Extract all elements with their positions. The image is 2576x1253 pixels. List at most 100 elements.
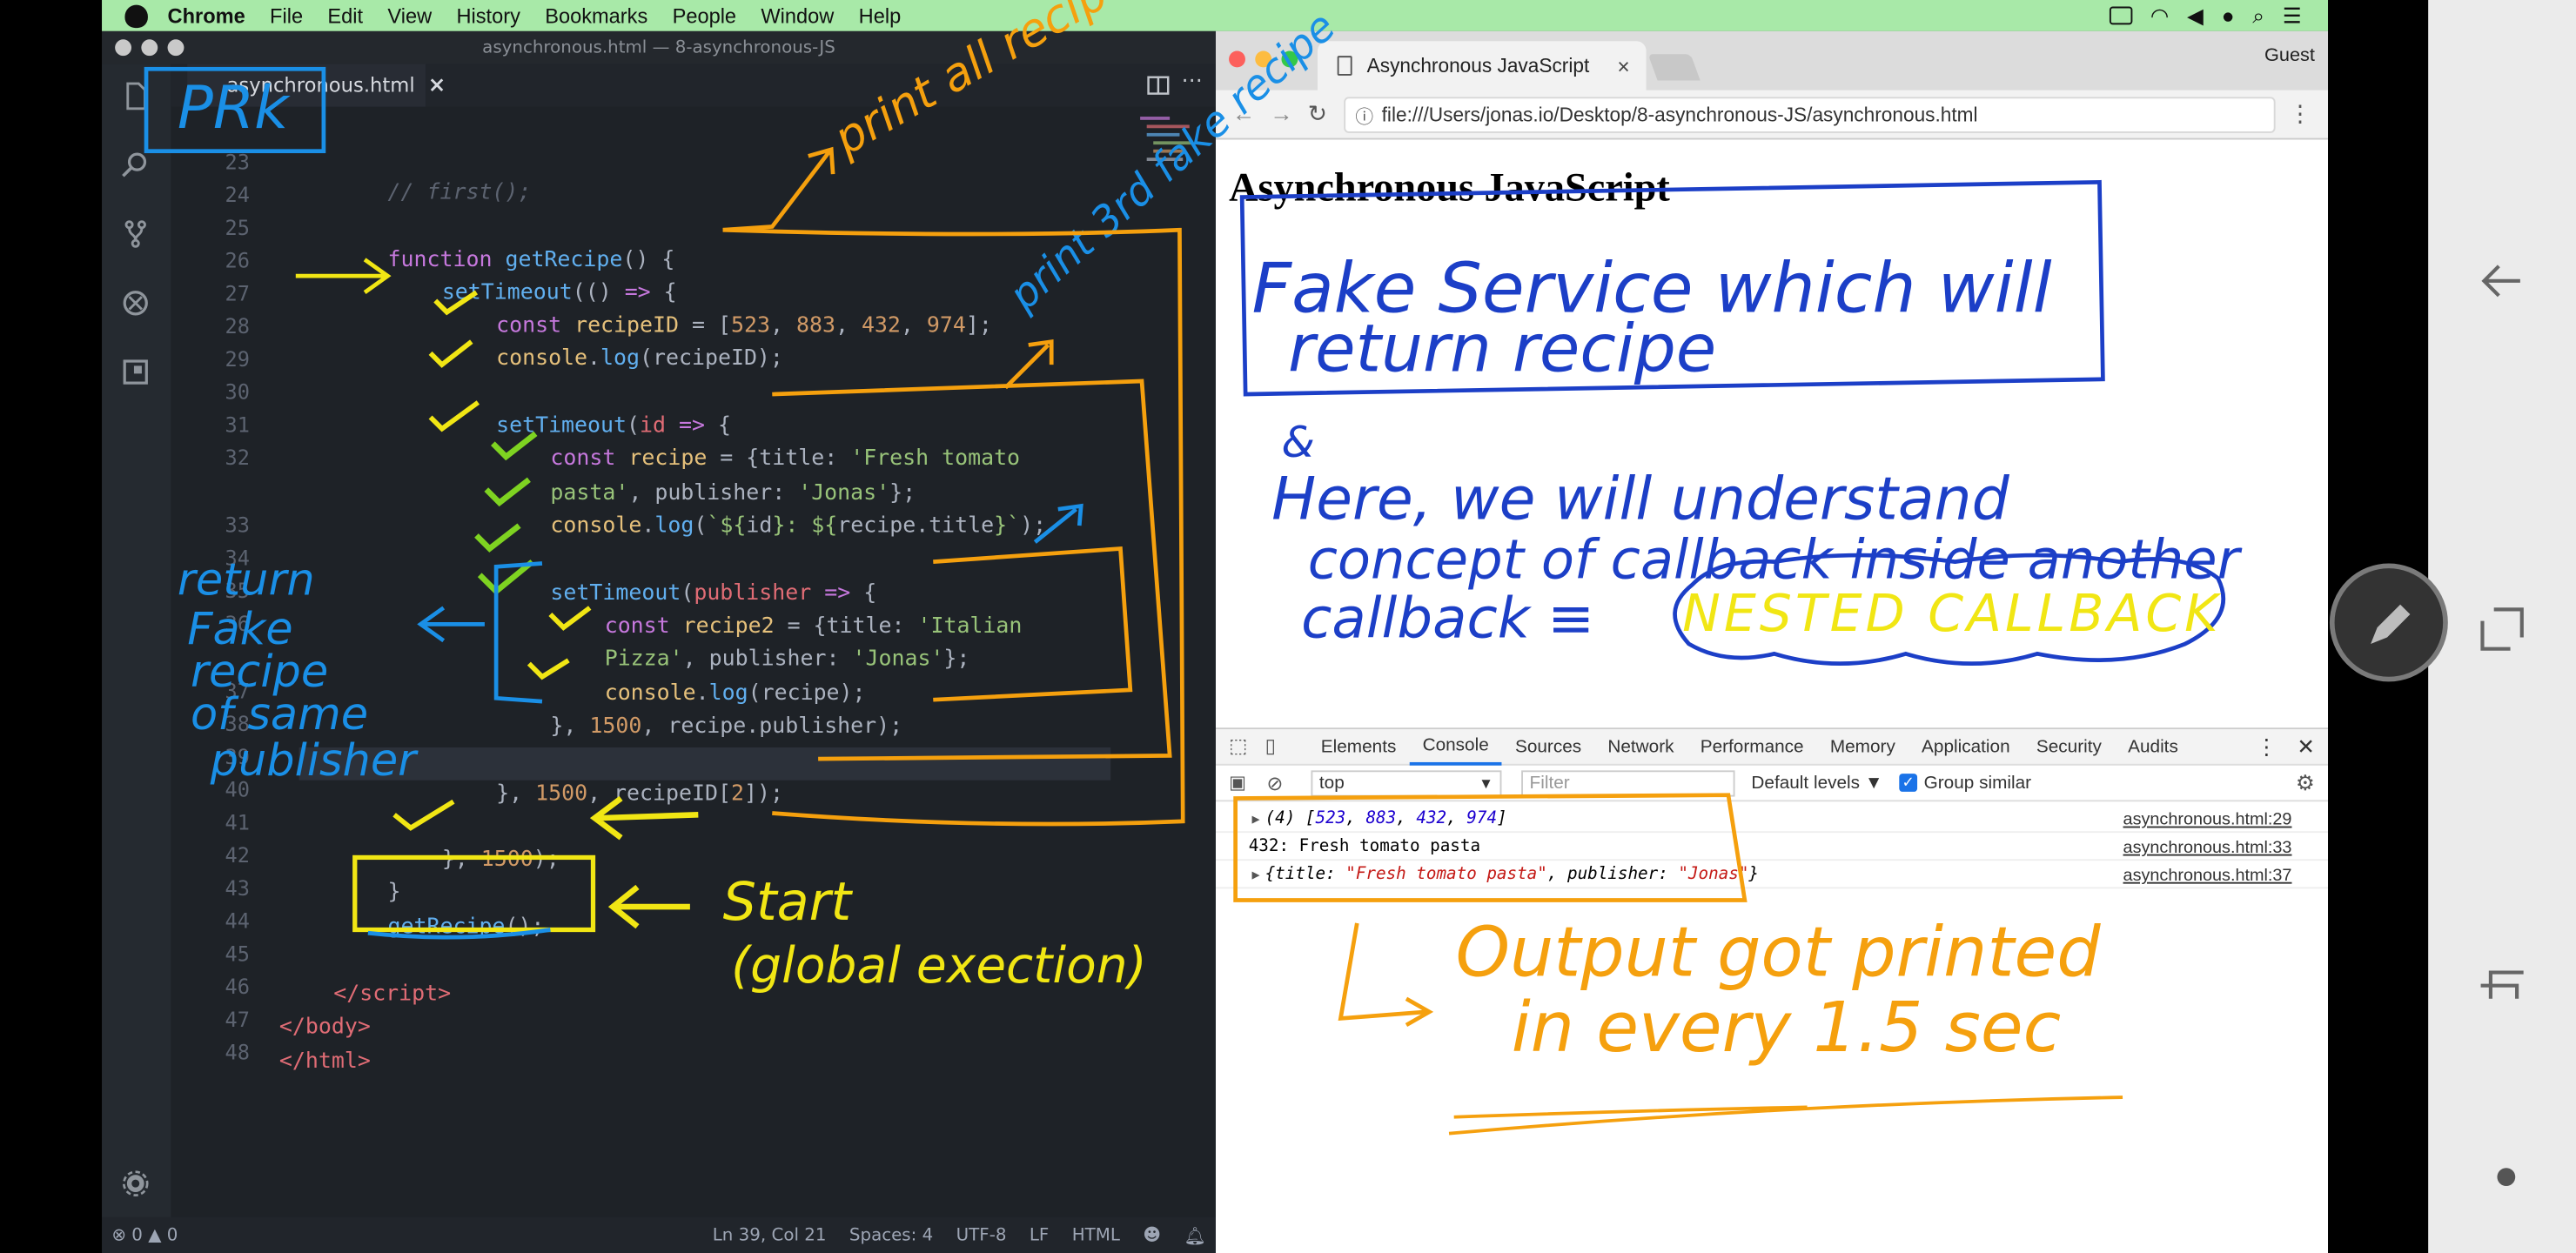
encoding[interactable]: UTF-8 bbox=[956, 1224, 1007, 1246]
code-line: Pizza', publisher: 'Jonas'}; bbox=[604, 647, 970, 673]
code-line: setTimeout(id => { bbox=[496, 413, 732, 439]
rotate-icon[interactable] bbox=[2478, 959, 2527, 1008]
devtools-menu-icon[interactable]: ⋮ bbox=[2256, 734, 2277, 760]
source-control-icon[interactable] bbox=[120, 218, 151, 250]
settings-gear-icon[interactable] bbox=[120, 1168, 151, 1199]
console-row[interactable]: ▶ (4) [523, 883, 432, 974] asynchronous.… bbox=[1215, 805, 2329, 834]
console-source-link[interactable]: asynchronous.html:37 bbox=[2123, 866, 2292, 886]
line-number: 28 bbox=[225, 313, 250, 338]
line-number: 36 bbox=[225, 611, 250, 636]
overview-square-icon[interactable] bbox=[2478, 605, 2527, 654]
menu-view[interactable]: View bbox=[387, 4, 432, 27]
console-sidebar-icon[interactable]: ▣ bbox=[1229, 772, 1246, 794]
problems-count[interactable]: ⊗ 0 ▲ 0 bbox=[111, 1225, 178, 1245]
browser-tab-active[interactable]: Asynchronous JavaScript × bbox=[1318, 41, 1647, 90]
console-settings-gear-icon[interactable]: ⚙ bbox=[2296, 769, 2315, 795]
close-window-button[interactable] bbox=[1229, 50, 1245, 68]
extensions-icon[interactable] bbox=[120, 357, 151, 388]
split-editor-icon[interactable] bbox=[1147, 76, 1170, 96]
console-source-link[interactable]: asynchronous.html:29 bbox=[2123, 810, 2292, 830]
tab-network[interactable]: Network bbox=[1594, 728, 1687, 765]
close-tab-icon[interactable]: × bbox=[428, 73, 446, 97]
tab-performance[interactable]: Performance bbox=[1687, 728, 1817, 765]
context-selector[interactable]: top ▼ bbox=[1311, 769, 1502, 796]
close-tab-icon[interactable]: × bbox=[1617, 53, 1629, 77]
mac-menubar: Chrome File Edit View History Bookmarks … bbox=[102, 0, 2329, 31]
feedback-smiley-icon[interactable]: ☻ bbox=[1143, 1224, 1161, 1246]
code-line: console.log(recipeID); bbox=[496, 346, 783, 372]
checkbox-checked-icon[interactable]: ✓ bbox=[1899, 774, 1918, 792]
browser-menu-icon[interactable]: ⋮ bbox=[2289, 100, 2311, 128]
screen-record-icon[interactable] bbox=[2109, 6, 2133, 25]
line-number: 41 bbox=[225, 809, 250, 835]
tab-audits[interactable]: Audits bbox=[2115, 728, 2191, 765]
volume-icon[interactable]: ◀ bbox=[2187, 3, 2204, 29]
line-number: 27 bbox=[225, 280, 250, 306]
tab-security[interactable]: Security bbox=[2023, 728, 2115, 765]
tab-sources[interactable]: Sources bbox=[1502, 728, 1594, 765]
back-arrow-icon[interactable]: ← bbox=[1232, 100, 1255, 126]
line-number: 47 bbox=[225, 1007, 250, 1032]
menu-bookmarks[interactable]: Bookmarks bbox=[545, 4, 647, 27]
cursor-position[interactable]: Ln 39, Col 21 bbox=[713, 1224, 827, 1246]
wifi-icon[interactable]: ◠ bbox=[2150, 3, 2169, 29]
address-bar[interactable]: ⓘ file:///Users/jonas.io/Desktop/8-async… bbox=[1344, 97, 2276, 133]
user-icon[interactable]: ● bbox=[2222, 3, 2235, 28]
console-source-link[interactable]: asynchronous.html:33 bbox=[2123, 838, 2292, 858]
more-actions-icon[interactable]: ⋯ bbox=[1181, 69, 1203, 93]
back-arrow-icon[interactable] bbox=[2478, 256, 2527, 305]
menu-history[interactable]: History bbox=[456, 4, 520, 27]
minimap[interactable] bbox=[1134, 113, 1203, 172]
menu-edit[interactable]: Edit bbox=[327, 4, 363, 27]
tab-elements[interactable]: Elements bbox=[1308, 728, 1410, 765]
menu-help[interactable]: Help bbox=[859, 4, 902, 27]
end-of-line[interactable]: LF bbox=[1030, 1224, 1049, 1246]
console-row[interactable]: ▶ {title: "Fresh tomato pasta", publishe… bbox=[1215, 861, 2329, 889]
code-line: function getRecipe() { bbox=[387, 248, 675, 273]
menu-file[interactable]: File bbox=[270, 4, 303, 27]
line-number: 48 bbox=[225, 1039, 250, 1065]
menu-app[interactable]: Chrome bbox=[168, 4, 245, 27]
minimize-window-button[interactable] bbox=[1255, 50, 1272, 68]
line-number: 37 bbox=[225, 678, 250, 703]
menu-people[interactable]: People bbox=[673, 4, 737, 27]
console-message: (4) [523, 883, 432, 974] bbox=[1265, 809, 1507, 828]
explorer-files-icon[interactable] bbox=[120, 81, 151, 112]
notification-bell-icon[interactable]: 🔔︎ bbox=[1184, 1224, 1205, 1246]
forward-arrow-icon[interactable]: → bbox=[1270, 100, 1292, 126]
spotlight-search-icon[interactable]: ⌕ bbox=[2252, 3, 2264, 29]
console-row[interactable]: 432: Fresh tomato pasta asynchronous.htm… bbox=[1215, 833, 2329, 861]
info-icon[interactable]: ⓘ bbox=[1355, 104, 1373, 130]
debug-icon[interactable] bbox=[120, 287, 151, 318]
indentation[interactable]: Spaces: 4 bbox=[849, 1224, 933, 1246]
tab-console[interactable]: Console bbox=[1409, 728, 1502, 765]
zoom-window-button[interactable] bbox=[1281, 50, 1298, 68]
profile-guest[interactable]: Guest bbox=[2264, 46, 2315, 66]
clear-console-icon[interactable]: ⊘ bbox=[1266, 771, 1283, 794]
new-tab-button[interactable] bbox=[1647, 54, 1701, 81]
expand-triangle-icon[interactable]: ▶ bbox=[1252, 868, 1260, 882]
reload-icon[interactable]: ↻ bbox=[1308, 100, 1327, 128]
close-devtools-icon[interactable]: ✕ bbox=[2297, 734, 2315, 760]
notification-list-icon[interactable]: ☰ bbox=[2283, 3, 2302, 29]
dropdown-arrow-icon: ▼ bbox=[1479, 774, 1494, 791]
apple-icon[interactable] bbox=[124, 3, 148, 28]
code-area[interactable]: // first(); function getRecipe() { setTi… bbox=[279, 107, 1216, 1217]
floating-pen-button[interactable] bbox=[2329, 563, 2448, 682]
console-filter-input[interactable]: Filter bbox=[1521, 769, 1735, 796]
tab-asynchronous-html[interactable]: asynchronous.html × bbox=[187, 64, 446, 107]
tab-memory[interactable]: Memory bbox=[1817, 728, 1909, 765]
device-toolbar-icon[interactable]: ▯ bbox=[1265, 734, 1276, 757]
log-levels-dropdown[interactable]: Default levels ▼ bbox=[1751, 773, 1882, 793]
editor-window-title: asynchronous.html — 8-asynchronous-JS bbox=[482, 37, 835, 58]
line-number: 38 bbox=[225, 711, 250, 736]
tab-application[interactable]: Application bbox=[1909, 728, 2023, 765]
inspect-element-icon[interactable]: ⬚ bbox=[1229, 734, 1247, 757]
language-mode[interactable]: HTML bbox=[1072, 1224, 1120, 1246]
group-similar-toggle[interactable]: ✓ Group similar bbox=[1899, 773, 2031, 793]
expand-triangle-icon[interactable]: ▶ bbox=[1252, 812, 1260, 827]
home-dot-icon[interactable] bbox=[2497, 1168, 2516, 1186]
page-title: Asynchronous JavaScript bbox=[1229, 165, 1670, 211]
search-icon[interactable] bbox=[120, 150, 151, 181]
menu-window[interactable]: Window bbox=[761, 4, 834, 27]
